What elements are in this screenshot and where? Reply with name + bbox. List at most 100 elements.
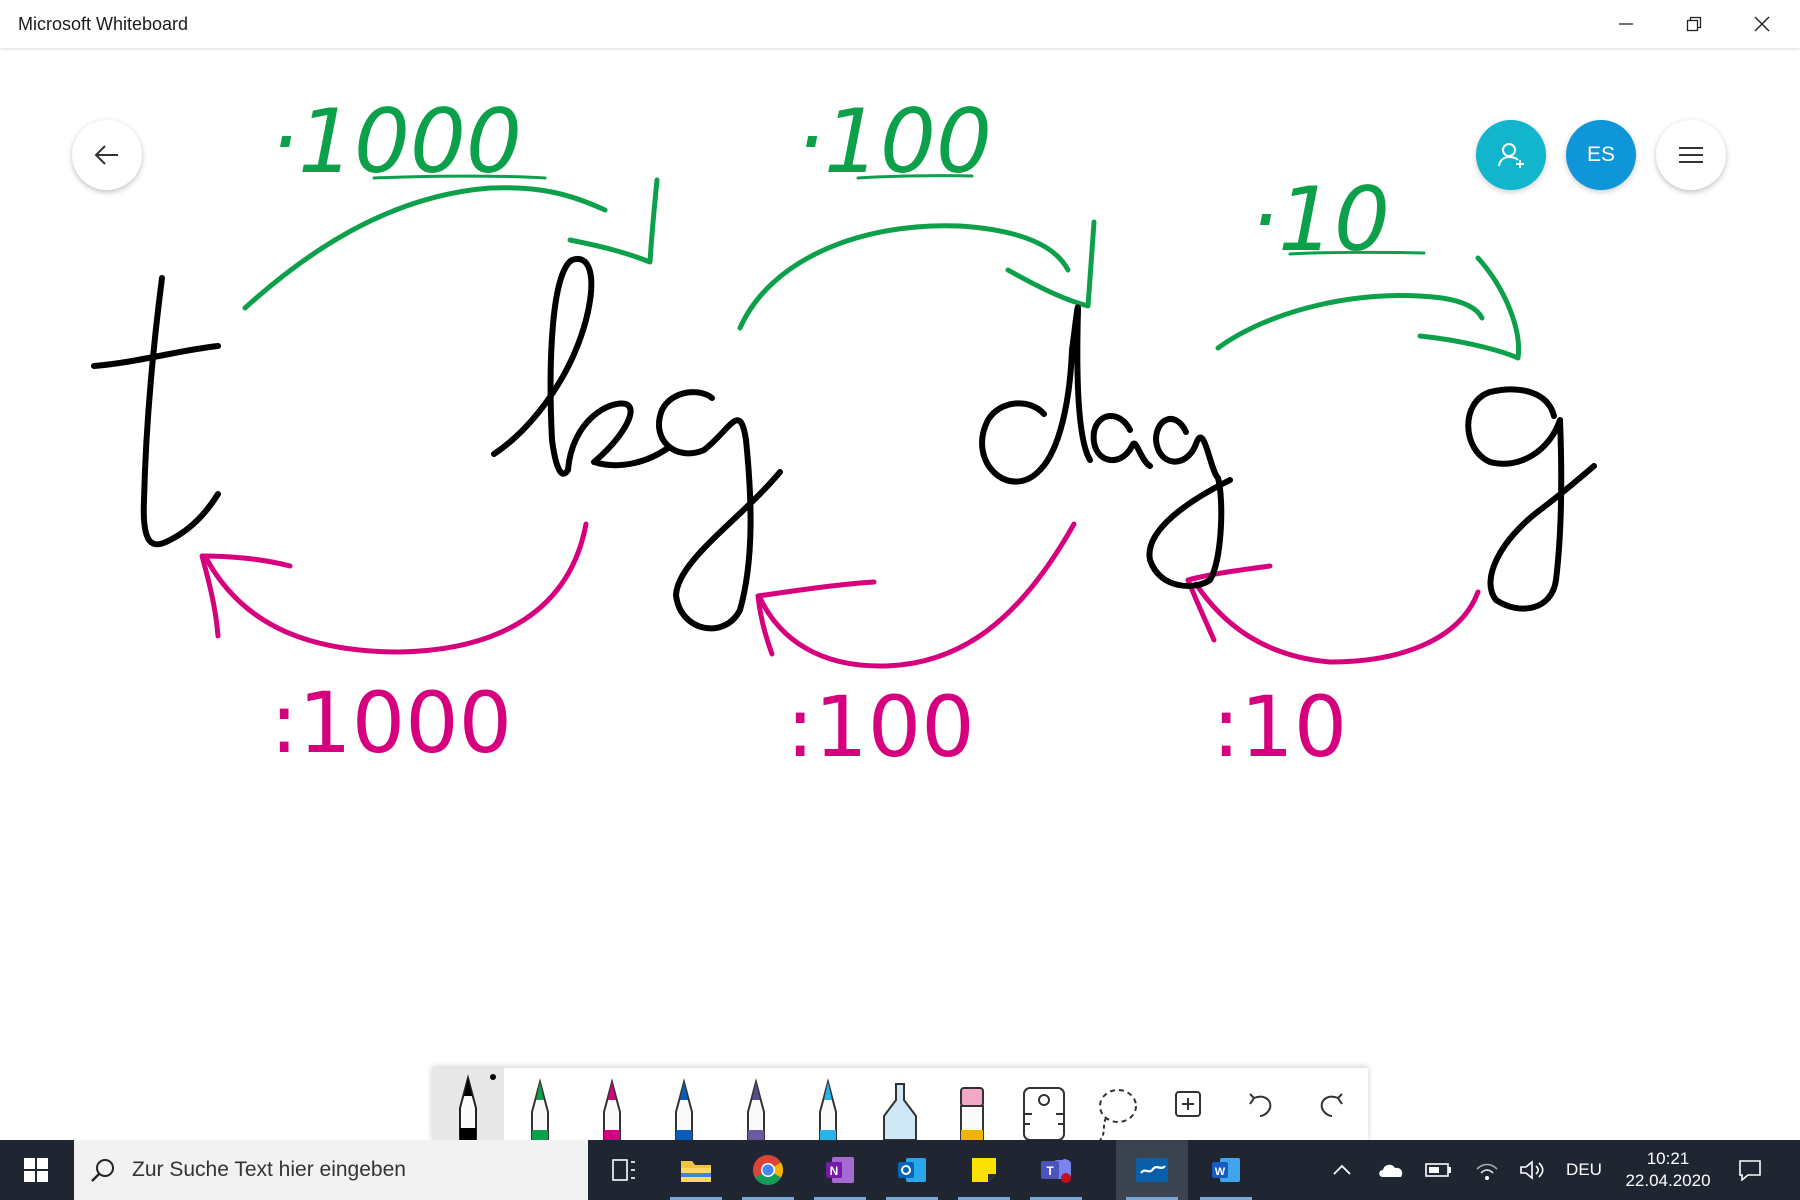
unit-g: g (1500, 419, 1501, 421)
unit-kg: kg (580, 419, 582, 421)
volume-button[interactable] (1512, 1140, 1552, 1200)
onenote-button[interactable]: N (804, 1140, 876, 1200)
close-button[interactable] (1728, 0, 1796, 48)
battery-icon (1425, 1163, 1451, 1177)
black-pen-tool[interactable] (432, 1068, 504, 1140)
clock-time: 10:21 (1646, 1149, 1690, 1168)
search-icon (91, 1159, 114, 1182)
minimize-button[interactable] (1592, 0, 1660, 48)
taskbar: Zur Suche Text hier eingeben N T W DEU 1… (0, 1140, 1800, 1200)
galaxy-pen-tool[interactable] (720, 1068, 792, 1140)
file-explorer-button[interactable] (660, 1140, 732, 1200)
label-dag-kg-divide: :100 (786, 678, 975, 776)
outlook-icon (898, 1158, 926, 1182)
pen-galaxy-icon (747, 1078, 765, 1140)
restore-button[interactable] (1660, 0, 1728, 48)
unit-letters (91, 255, 1597, 632)
pen-light-blue-icon (819, 1078, 837, 1140)
word-button[interactable]: W (1190, 1140, 1262, 1200)
unit-t: t (140, 418, 141, 421)
whiteboard-taskbar-button[interactable] (1116, 1140, 1188, 1200)
onedrive-button[interactable] (1372, 1140, 1410, 1200)
hamburger-icon (1679, 147, 1703, 163)
label-g-dag-divide-text: :10 (1212, 678, 1347, 776)
cloud-icon (1379, 1164, 1403, 1177)
whiteboard-icon (1136, 1158, 1168, 1182)
outlook-button[interactable] (876, 1140, 948, 1200)
light-blue-pen-tool[interactable] (792, 1068, 864, 1140)
ruler-tool[interactable] (1008, 1068, 1080, 1140)
word-icon: W (1212, 1158, 1240, 1182)
clock[interactable]: 10:21 22.04.2020 (1610, 1148, 1726, 1192)
search-placeholder: Zur Suche Text hier eingeben (132, 1158, 406, 1181)
chevron-up-icon (1333, 1164, 1351, 1175)
input-language[interactable]: DEU (1560, 1140, 1608, 1200)
pen-blue-icon (675, 1078, 693, 1140)
invite-button[interactable] (1476, 120, 1546, 190)
windows-logo-icon (24, 1158, 48, 1182)
onenote-icon: N (826, 1157, 854, 1183)
teams-button[interactable]: T (1020, 1140, 1092, 1200)
eraser-icon (960, 1087, 984, 1140)
svg-text:N: N (830, 1164, 839, 1178)
avatar[interactable]: ES (1566, 120, 1636, 190)
plus-box-icon (1175, 1091, 1201, 1117)
chrome-icon (752, 1155, 784, 1186)
label-kg-dag-multiply: ·100 (796, 90, 992, 193)
pen-green-icon (531, 1078, 549, 1140)
eraser-tool[interactable] (936, 1068, 1008, 1140)
label-kg-t-divide: :1000 (270, 674, 512, 772)
undo-button[interactable] (1224, 1068, 1296, 1140)
lasso-icon (1099, 1089, 1137, 1140)
highlighter-icon (883, 1083, 917, 1140)
arrow-left-icon (94, 145, 118, 165)
battery-button[interactable] (1420, 1140, 1458, 1200)
title-bar: Microsoft Whiteboard (0, 0, 1800, 48)
pen-magenta-icon (603, 1078, 621, 1140)
blue-pen-tool[interactable] (648, 1068, 720, 1140)
undo-icon (1249, 1093, 1272, 1117)
multiply-labels: ·1000 ·100 ·10 (270, 90, 1390, 271)
action-center-button[interactable] (1728, 1140, 1772, 1200)
highlighter-tool[interactable] (864, 1068, 936, 1140)
pen-black-icon (459, 1074, 477, 1140)
whiteboard-canvas[interactable]: ·1000 ·100 ·10 :1000 :100 :10 t kg dag g (0, 48, 1800, 1140)
sticky-notes-button[interactable] (948, 1140, 1020, 1200)
label-t-kg-multiply: ·1000 (270, 90, 522, 193)
wifi-icon (1476, 1163, 1498, 1180)
svg-text:T: T (1046, 1164, 1054, 1178)
magenta-pen-tool[interactable] (576, 1068, 648, 1140)
clock-date: 22.04.2020 (1625, 1171, 1711, 1190)
task-view-button[interactable] (588, 1140, 660, 1200)
taskbar-search[interactable]: Zur Suche Text hier eingeben (74, 1140, 588, 1200)
redo-button[interactable] (1296, 1068, 1368, 1140)
magenta-arrows (199, 521, 1481, 669)
speaker-icon (1520, 1160, 1544, 1180)
redo-icon (1320, 1093, 1343, 1117)
folder-icon (681, 1161, 711, 1182)
sticky-note-icon (972, 1158, 996, 1182)
menu-button[interactable] (1656, 120, 1726, 190)
back-button[interactable] (72, 120, 142, 190)
restore-icon (1686, 16, 1702, 32)
add-person-icon (1498, 143, 1524, 168)
task-view-icon (612, 1159, 635, 1181)
network-button[interactable] (1468, 1140, 1506, 1200)
label-dag-g-multiply: ·10 (1250, 168, 1390, 271)
notification-icon (1739, 1160, 1761, 1181)
minimize-icon (1619, 23, 1633, 25)
chrome-button[interactable] (732, 1140, 804, 1200)
lasso-tool[interactable] (1080, 1068, 1152, 1140)
svg-text:W: W (1215, 1166, 1226, 1178)
close-icon (1754, 16, 1770, 32)
green-pen-tool[interactable] (504, 1068, 576, 1140)
teams-icon: T (1041, 1159, 1071, 1183)
show-hidden-icons-button[interactable] (1324, 1140, 1360, 1200)
selected-dot (490, 1074, 496, 1080)
divide-labels: :1000 :100 :10 (270, 674, 1347, 776)
inking-toolbar (432, 1068, 1368, 1140)
start-button[interactable] (0, 1140, 72, 1200)
add-button[interactable] (1152, 1068, 1224, 1140)
ruler-icon (1023, 1087, 1065, 1140)
app-title: Microsoft Whiteboard (18, 14, 189, 34)
